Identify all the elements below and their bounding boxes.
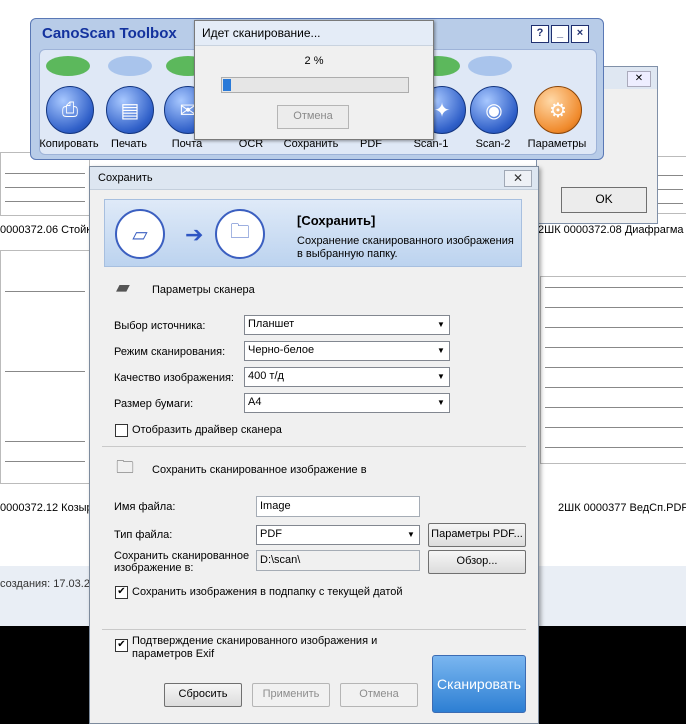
print-icon: ▤ [120, 99, 140, 122]
progress-titlebar: Идет сканирование... [195, 21, 433, 46]
copy-icon: ⎙ [62, 98, 78, 121]
scan2-icon: ◉ [485, 99, 503, 122]
source-select[interactable]: Планшет ▼ [244, 315, 450, 335]
reset-button[interactable]: Сбросить [164, 683, 242, 707]
scan2-label: Scan-2 [475, 138, 511, 150]
progress-title: Идет сканирование... [202, 26, 321, 40]
file-label-4[interactable]: 2ШК 0000377 ВедСп.PDF [558, 502, 686, 514]
scanner-params-icon: ▰ [116, 277, 130, 297]
browse-button[interactable]: Обзор... [428, 550, 526, 574]
separator [102, 446, 526, 447]
close-icon[interactable]: × [571, 25, 589, 43]
source-label: Выбор источника: [114, 320, 206, 332]
chevron-down-icon: ▼ [437, 371, 445, 381]
confirm-label[interactable]: Подтверждение сканированного изображения… [132, 635, 382, 661]
save-dialog: Сохранить ✕ ▱ ➔ 🗀 [Сохранить] Сохранение… [89, 166, 539, 724]
settings-button[interactable]: ⚙ [534, 86, 582, 134]
saveto-value: D:\scan\ [260, 554, 301, 566]
source-value: Планшет [248, 318, 295, 330]
save-header: ▱ ➔ 🗀 [Сохранить] Сохранение сканированн… [104, 199, 522, 267]
filename-label: Имя файла: [114, 501, 176, 513]
saveto-input[interactable]: D:\scan\ [256, 550, 420, 571]
copy-button[interactable]: ⎙ [46, 86, 94, 134]
separator [102, 629, 526, 630]
arrow-right-icon: ➔ [185, 222, 204, 247]
progress-fill [223, 79, 231, 91]
thumbnail-4[interactable] [540, 276, 686, 464]
mode-label: Режим сканирования: [114, 346, 226, 358]
quality-label: Качество изображения: [114, 372, 234, 384]
settings-icon: ⚙ [549, 99, 567, 122]
filename-value: Image [260, 500, 291, 512]
subfolder-checkbox[interactable]: ✔ [115, 586, 128, 599]
thumbnail-1[interactable] [0, 152, 90, 216]
file-label-2[interactable]: 2ШК 0000372.08 Диафрагма [538, 224, 684, 236]
chevron-down-icon: ▼ [437, 319, 445, 329]
close-icon[interactable]: ✕ [504, 170, 532, 187]
quality-value: 400 т/д [248, 370, 284, 382]
chevron-down-icon: ▼ [437, 345, 445, 355]
scan-button[interactable]: Сканировать [432, 655, 526, 713]
filetype-select[interactable]: PDF ▼ [256, 525, 420, 545]
pdf-params-button[interactable]: Параметры PDF... [428, 523, 526, 547]
save-section-heading: Сохранить сканированное изображение в [152, 464, 367, 476]
slot-indicator-copy [46, 56, 90, 76]
filetype-label: Тип файла: [114, 529, 173, 541]
quality-select[interactable]: 400 т/д ▼ [244, 367, 450, 387]
paper-value: A4 [248, 396, 262, 408]
mode-select[interactable]: Черно-белое ▼ [244, 341, 450, 361]
ok-button[interactable]: OK [561, 187, 647, 213]
file-label-1[interactable]: 0000372.06 Стойка [0, 224, 97, 236]
minimize-icon[interactable]: _ [551, 25, 569, 43]
confirm-checkbox[interactable]: ✔ [115, 639, 128, 652]
help-icon[interactable]: ? [531, 25, 549, 43]
chevron-down-icon: ▼ [407, 529, 415, 539]
cancel-button[interactable]: Отмена [340, 683, 418, 707]
thumbnail-3[interactable] [0, 250, 90, 484]
progress-bar [221, 77, 409, 93]
saveto-label: Сохранить сканированное изображение в: [114, 550, 250, 574]
scan2-button[interactable]: ◉ [470, 86, 518, 134]
chevron-down-icon: ▼ [437, 397, 445, 407]
print-button[interactable]: ▤ [106, 86, 154, 134]
scanning-progress-dialog: Идет сканирование... 2 % Отмена [194, 20, 434, 140]
status-text: создания: 17.03.2 [0, 578, 90, 590]
slot-indicator-scan2 [468, 56, 512, 76]
settings-label: Параметры [527, 138, 587, 150]
subfolder-label[interactable]: Сохранить изображения в подпапку с текущ… [132, 586, 403, 598]
scanner-params-heading: Параметры сканера [152, 284, 255, 296]
slot-indicator-print [108, 56, 152, 76]
paper-label: Размер бумаги: [114, 398, 194, 410]
toolbox-title: CanoScan Toolbox [42, 25, 177, 42]
close-icon[interactable]: ✕ [627, 71, 651, 87]
paper-select[interactable]: A4 ▼ [244, 393, 450, 413]
driver-checkbox[interactable] [115, 424, 128, 437]
header-description: Сохранение сканированного изображения в … [297, 235, 514, 260]
save-title: Сохранить [98, 172, 153, 184]
driver-label[interactable]: Отобразить драйвер сканера [132, 424, 282, 436]
progress-cancel-button[interactable]: Отмена [277, 105, 349, 129]
apply-button[interactable]: Применить [252, 683, 330, 707]
progress-percent: 2 % [304, 55, 324, 67]
header-title: [Сохранить] [297, 213, 376, 228]
folder-icon: 🗀 [215, 209, 265, 259]
save-folder-icon: 🗀 [116, 457, 134, 477]
scanner-icon: ▱ [115, 209, 165, 259]
filetype-value: PDF [260, 528, 282, 540]
save-titlebar: Сохранить ✕ [90, 167, 538, 190]
filename-input[interactable]: Image [256, 496, 420, 517]
mode-value: Черно-белое [248, 344, 315, 356]
